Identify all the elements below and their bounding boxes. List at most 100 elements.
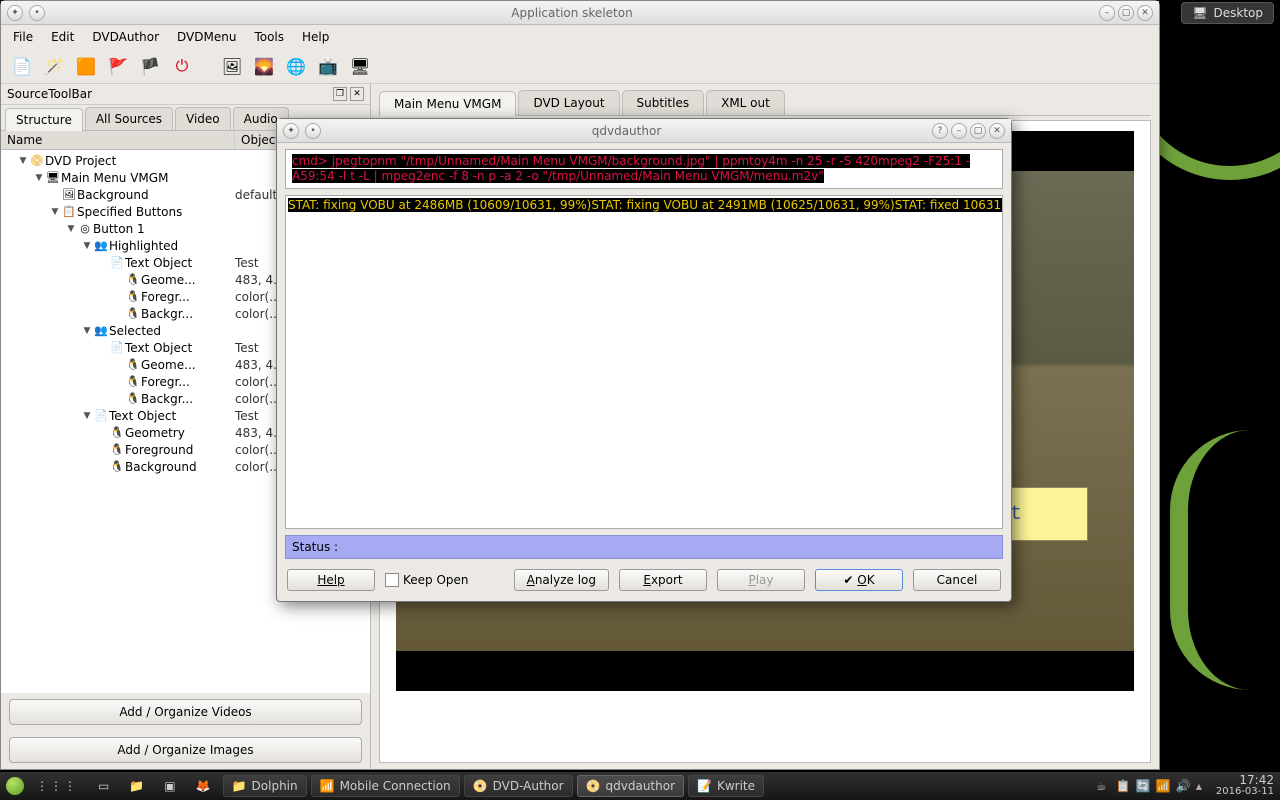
task-qdvdauthor[interactable]: 📀qdvdauthor bbox=[577, 775, 684, 797]
desktop-pager-button[interactable]: 🖥 Desktop bbox=[1181, 2, 1274, 24]
keep-open-checkbox[interactable]: Keep Open bbox=[385, 573, 469, 588]
task-mobile-connection[interactable]: 📶Mobile Connection bbox=[311, 775, 460, 797]
maximize-button[interactable]: ▢ bbox=[1118, 5, 1134, 21]
system-tray[interactable]: ☕ 📋 🔄 📶 🔊 ▴ 17:42 2016-03-11 bbox=[1096, 774, 1274, 797]
tree-expander-icon[interactable]: ▼ bbox=[17, 156, 29, 166]
power-icon[interactable]: ⏻ bbox=[169, 53, 195, 79]
tray-clipboard-icon[interactable]: 📋 bbox=[1116, 779, 1130, 793]
task-kwrite[interactable]: 📝Kwrite bbox=[688, 775, 764, 797]
tree-item-value: color(... bbox=[235, 307, 281, 321]
tray-caffeine-icon[interactable]: ☕ bbox=[1096, 779, 1110, 793]
dialog-appmenu-icon[interactable]: ✦ bbox=[283, 123, 299, 139]
side-tab-structure[interactable]: Structure bbox=[5, 108, 83, 131]
tree-item-icon: 🖥 bbox=[45, 171, 61, 184]
tree-item-label: Specified Buttons bbox=[77, 205, 235, 219]
task-dolphin[interactable]: 📁 Dolphin bbox=[223, 775, 307, 797]
tree-header-name[interactable]: Name bbox=[1, 131, 235, 149]
tree-item-icon: 🐧 bbox=[125, 375, 141, 388]
activity-switcher[interactable]: ⋮⋮⋮ bbox=[28, 775, 86, 797]
start-button[interactable] bbox=[6, 777, 24, 795]
tree-item-icon: 📄 bbox=[109, 256, 125, 269]
tree-item-icon: 🐧 bbox=[109, 443, 125, 456]
main-tab-xml-out[interactable]: XML out bbox=[706, 90, 785, 115]
ok-button[interactable]: ✔ OK bbox=[815, 569, 903, 591]
tree-item-icon: 🐧 bbox=[109, 426, 125, 439]
dock-close-button[interactable]: ✕ bbox=[350, 87, 364, 101]
tray-updates-icon[interactable]: 🔄 bbox=[1136, 779, 1150, 793]
tree-expander-icon[interactable]: ▼ bbox=[81, 411, 93, 421]
export-button[interactable]: Export bbox=[619, 569, 707, 591]
tray-volume-icon[interactable]: 🔊 bbox=[1176, 779, 1190, 793]
command-box[interactable]: cmd> jpegtopnm "/tmp/Unnamed/Main Menu V… bbox=[285, 149, 1003, 189]
tray-expand-icon[interactable]: ▴ bbox=[1196, 779, 1210, 793]
main-toolbar: 📄 🪄 🟧 🚩 🏴 ⏻ 🖼 🌄 🌐 📺 🖥 bbox=[1, 49, 1159, 84]
taskbar-clock[interactable]: 17:42 2016-03-11 bbox=[1216, 774, 1274, 797]
dialog-minimize-button[interactable]: – bbox=[951, 123, 967, 139]
task-icon: 📁 bbox=[232, 779, 247, 793]
appmenu-icon[interactable]: ✦ bbox=[7, 5, 23, 21]
taskbar[interactable]: ⋮⋮⋮ ▭ 📁 ▣ 🦊 📁 Dolphin 📶Mobile Connection📀D… bbox=[0, 772, 1280, 800]
tree-item-value: color(... bbox=[235, 290, 281, 304]
close-button[interactable]: ✕ bbox=[1137, 5, 1153, 21]
tree-expander-icon[interactable]: ▼ bbox=[33, 173, 45, 183]
analyze-log-button[interactable]: Analyze log bbox=[514, 569, 609, 591]
main-tab-main-menu-vmgm[interactable]: Main Menu VMGM bbox=[379, 91, 516, 116]
dock-title: SourceToolBar bbox=[7, 87, 330, 101]
dialog-close-button[interactable]: ✕ bbox=[989, 123, 1005, 139]
desktop-icon: 🖥 bbox=[1192, 6, 1207, 20]
tray-network-icon[interactable]: 📶 bbox=[1156, 779, 1170, 793]
launcher-firefox[interactable]: 🦊 bbox=[188, 775, 219, 797]
cancel-button[interactable]: Cancel bbox=[913, 569, 1001, 591]
log-output[interactable]: STAT: fixing VOBU at 2486MB (10609/10631… bbox=[285, 195, 1003, 529]
main-tab-subtitles[interactable]: Subtitles bbox=[622, 90, 705, 115]
pin-icon[interactable]: • bbox=[29, 5, 45, 21]
add-videos-button[interactable]: Add / Organize Videos bbox=[9, 699, 362, 725]
minimize-button[interactable]: – bbox=[1099, 5, 1115, 21]
task-dvd-author[interactable]: 📀DVD-Author bbox=[464, 775, 573, 797]
menu-file[interactable]: File bbox=[5, 27, 41, 47]
dock-float-button[interactable]: ❐ bbox=[333, 87, 347, 101]
side-tab-video[interactable]: Video bbox=[175, 107, 231, 130]
task-icon: 📀 bbox=[473, 779, 488, 793]
launcher-dolphin[interactable]: 📁 bbox=[121, 775, 152, 797]
flag-red-icon[interactable]: 🚩 bbox=[105, 53, 131, 79]
launcher-konsole[interactable]: ▣ bbox=[156, 775, 183, 797]
menu-dvdauthor[interactable]: DVDAuthor bbox=[84, 27, 167, 47]
flag-icon[interactable]: 🏴 bbox=[137, 53, 163, 79]
main-tab-dvd-layout[interactable]: DVD Layout bbox=[518, 90, 619, 115]
tree-item-label: Foregr... bbox=[141, 290, 235, 304]
menu-dvdmenu[interactable]: DVDMenu bbox=[169, 27, 244, 47]
tree-item-label: Geome... bbox=[141, 273, 235, 287]
menu-help[interactable]: Help bbox=[294, 27, 337, 47]
dialog-titlebar[interactable]: ✦ • qdvdauthor ? – ▢ ✕ bbox=[277, 119, 1011, 143]
task-label: Dolphin bbox=[252, 779, 298, 793]
app-titlebar[interactable]: ✦ • Application skeleton – ▢ ✕ bbox=[1, 1, 1159, 25]
dialog-maximize-button[interactable]: ▢ bbox=[970, 123, 986, 139]
tree-item-icon: 🐧 bbox=[125, 358, 141, 371]
show-desktop-button[interactable]: ▭ bbox=[90, 775, 117, 797]
tree-expander-icon[interactable]: ▼ bbox=[81, 326, 93, 336]
menu-edit[interactable]: Edit bbox=[43, 27, 82, 47]
tree-expander-icon[interactable]: ▼ bbox=[65, 224, 77, 234]
tv-icon[interactable]: 📺 bbox=[315, 53, 341, 79]
tree-item-label: Text Object bbox=[125, 341, 235, 355]
desktop-pager-label: Desktop bbox=[1214, 6, 1264, 20]
dialog-help-button[interactable]: ? bbox=[932, 123, 948, 139]
tree-expander-icon[interactable]: ▼ bbox=[49, 207, 61, 217]
side-tab-all-sources[interactable]: All Sources bbox=[85, 107, 173, 130]
tree-expander-icon[interactable]: ▼ bbox=[81, 241, 93, 251]
menu-tools[interactable]: Tools bbox=[246, 27, 292, 47]
picture-icon[interactable]: 🖼 bbox=[219, 53, 245, 79]
add-images-button[interactable]: Add / Organize Images bbox=[9, 737, 362, 763]
globe-icon[interactable]: 🌐 bbox=[283, 53, 309, 79]
wizard-icon[interactable]: 🪄 bbox=[41, 53, 67, 79]
dialog-pin-icon[interactable]: • bbox=[305, 123, 321, 139]
tree-item-value: default bbox=[235, 188, 277, 202]
help-button[interactable]: Help bbox=[287, 569, 375, 591]
new-icon[interactable]: 📄 bbox=[9, 53, 35, 79]
progress-dialog: ✦ • qdvdauthor ? – ▢ ✕ cmd> jpegtopnm "/… bbox=[276, 118, 1012, 602]
tree-item-value: color(... bbox=[235, 460, 281, 474]
monitor-icon[interactable]: 🖥 bbox=[347, 53, 373, 79]
photo-icon[interactable]: 🌄 bbox=[251, 53, 277, 79]
grid-icon[interactable]: 🟧 bbox=[73, 53, 99, 79]
